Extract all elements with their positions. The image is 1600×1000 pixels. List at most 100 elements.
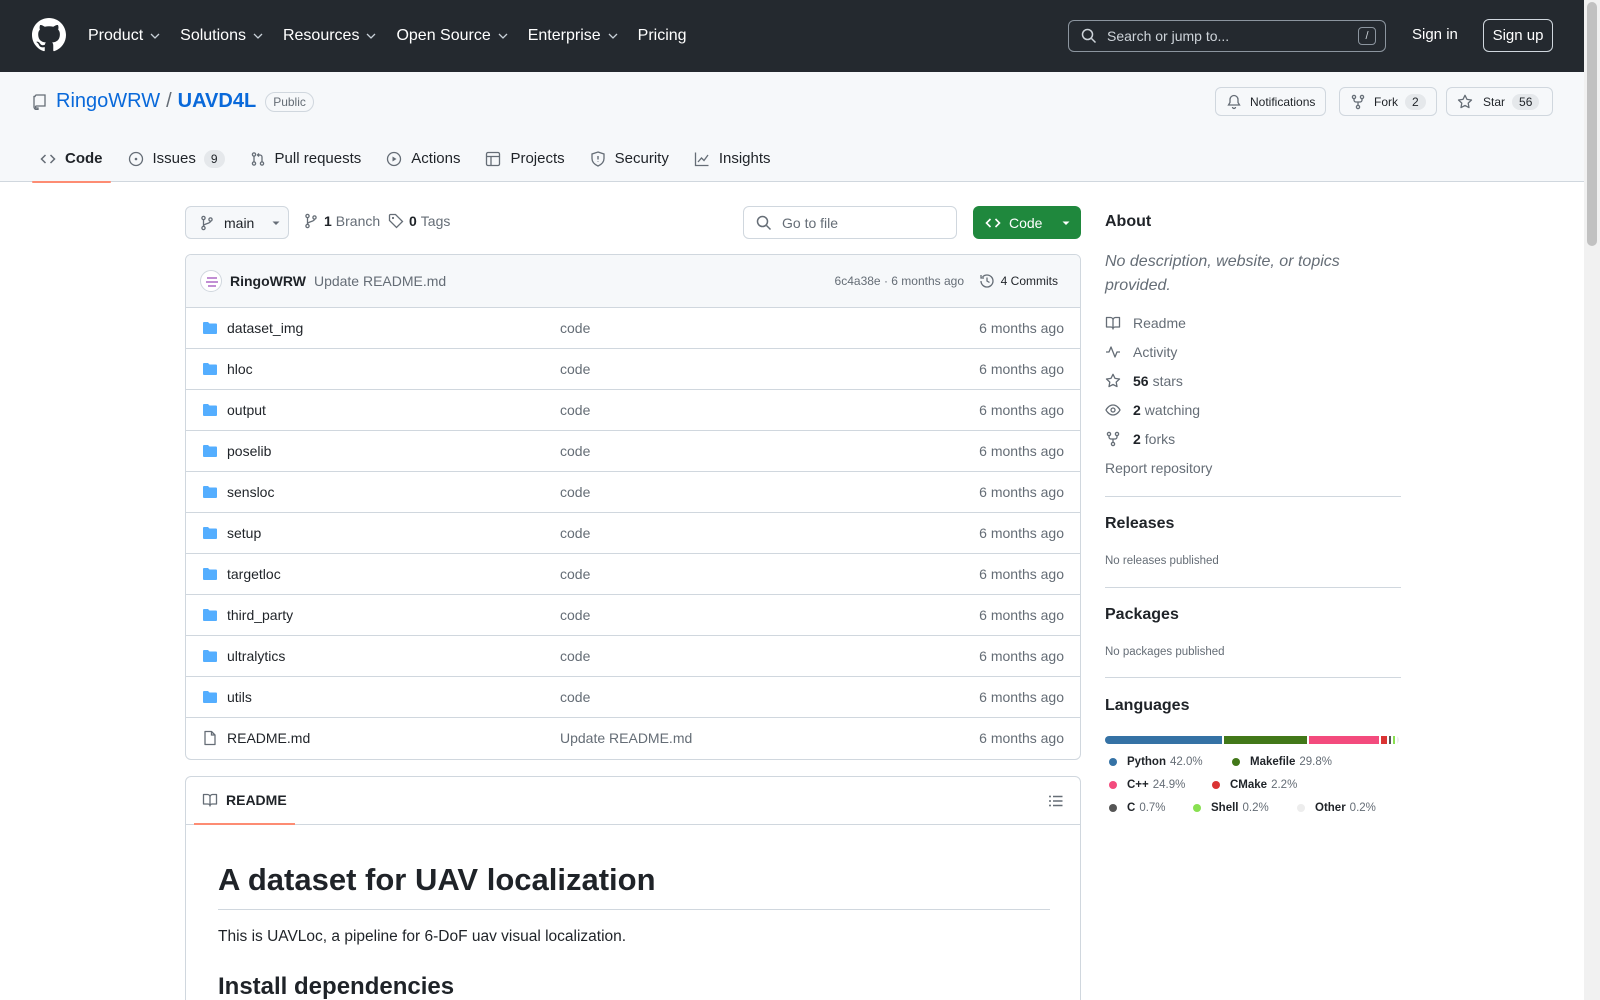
language-bar-segment[interactable] (1389, 736, 1392, 744)
readme-paragraph: This is UAVLoc, a pipeline for 6-DoF uav… (218, 928, 627, 945)
language-item[interactable]: Shell 0.2% (1193, 802, 1269, 814)
bell-icon (1227, 94, 1241, 109)
list-unordered-icon[interactable] (1048, 793, 1064, 809)
commits-history-link[interactable]: 4 Commits (979, 273, 1058, 289)
divider (1105, 587, 1401, 588)
go-to-file-input[interactable]: Go to file (743, 206, 957, 239)
language-color-dot (1297, 804, 1305, 812)
file-type-icon (202, 607, 218, 623)
report-repository-link[interactable]: Report repository (1105, 460, 1212, 476)
nav-resources[interactable]: Resources (283, 27, 377, 45)
tags-link[interactable]: 0 Tags (388, 213, 450, 229)
chevron-down-icon (366, 33, 376, 39)
nav-label: Resources (282, 27, 360, 44)
activity-label: Activity (1133, 344, 1178, 360)
branch-selector[interactable]: main (185, 206, 289, 239)
tab-projects[interactable]: Projects (477, 146, 572, 182)
file-type-icon (202, 648, 218, 664)
file-commit-link[interactable]: code (560, 443, 590, 459)
nav-open-source[interactable]: Open Source (396, 27, 508, 45)
file-commit-link[interactable]: Update README.md (560, 730, 692, 746)
watchers-link[interactable]: 2 watching (1105, 402, 1200, 418)
file-name-link[interactable]: setup (227, 525, 261, 541)
commit-author-link[interactable]: RingoWRW (230, 273, 306, 289)
forks-link[interactable]: 2 forks (1105, 431, 1175, 447)
activity-link[interactable]: Activity (1105, 344, 1177, 360)
file-name-link[interactable]: third_party (227, 607, 293, 623)
avatar[interactable] (200, 270, 222, 292)
language-item[interactable]: C++ 24.9% (1109, 779, 1185, 791)
language-bar-segment[interactable] (1393, 736, 1396, 744)
language-item[interactable]: Python 42.0% (1109, 756, 1203, 768)
scrollbar-thumb[interactable] (1587, 2, 1597, 246)
sign-in-link[interactable]: Sign in (1412, 26, 1458, 43)
language-item[interactable]: C 0.7% (1109, 802, 1166, 814)
tab-pull-requests[interactable]: Pull requests (242, 146, 370, 182)
tab-code[interactable]: Code (32, 146, 111, 183)
nav-pricing[interactable]: Pricing (638, 27, 687, 45)
file-name-link[interactable]: dataset_img (227, 320, 303, 336)
sign-up-button[interactable]: Sign up (1483, 19, 1553, 52)
tab-label: Projects (510, 150, 565, 167)
branches-link[interactable]: 1 Branch (303, 213, 380, 229)
star-button[interactable]: Star 56 (1446, 87, 1553, 116)
nav-solutions[interactable]: Solutions (180, 27, 264, 45)
page-scrollbar[interactable] (1584, 0, 1600, 1000)
commit-hash-link[interactable]: 6c4a38e (835, 274, 881, 288)
file-commit-link[interactable]: code (560, 525, 590, 541)
language-bar-segment[interactable] (1105, 736, 1223, 744)
language-bar-segment[interactable] (1309, 736, 1379, 744)
file-commit-link[interactable]: code (560, 607, 590, 623)
search-icon (1081, 28, 1097, 44)
file-name-link[interactable]: ultralytics (227, 648, 285, 664)
nav-product[interactable]: Product (88, 27, 161, 45)
nav-enterprise[interactable]: Enterprise (528, 27, 619, 45)
pull-request-icon (251, 152, 264, 166)
tag-label: Tags (420, 213, 451, 229)
file-commit-link[interactable]: code (560, 566, 590, 582)
fork-icon (1106, 431, 1120, 447)
notifications-button[interactable]: Notifications (1215, 87, 1327, 116)
file-commit-link[interactable]: code (560, 361, 590, 377)
language-bar-segment[interactable] (1224, 736, 1308, 744)
tab-security[interactable]: Security (582, 146, 677, 182)
language-item[interactable]: Makefile 29.8% (1232, 756, 1332, 768)
code-dropdown-button[interactable]: Code (973, 206, 1081, 239)
language-item[interactable]: CMake 2.2% (1212, 779, 1297, 791)
file-name-link[interactable]: README.md (227, 730, 310, 746)
global-search-input[interactable]: Search or jump to... / (1068, 20, 1386, 52)
releases-heading[interactable]: Releases (1105, 515, 1174, 533)
repo-name-link[interactable]: UAVD4L (178, 90, 257, 113)
folder-icon (203, 486, 217, 498)
tab-insights[interactable]: Insights (686, 146, 779, 182)
stars-link[interactable]: 56 stars (1105, 373, 1183, 389)
commit-message-link[interactable]: Update README.md (314, 273, 446, 289)
file-commit-link[interactable]: code (560, 648, 590, 664)
tab-issues[interactable]: Issues 9 (120, 146, 233, 182)
readme-link[interactable]: Readme (1105, 315, 1186, 331)
file-name-link[interactable]: poselib (227, 443, 271, 459)
readme-tab[interactable]: README (194, 792, 295, 825)
file-commit-link[interactable]: code (560, 484, 590, 500)
file-commit-link[interactable]: code (560, 320, 590, 336)
book-icon (202, 793, 218, 807)
github-logo-icon[interactable] (32, 18, 66, 52)
repo-owner-link[interactable]: RingoWRW (56, 90, 160, 113)
commits-count: 4 Commits (1000, 274, 1058, 288)
file-commit-link[interactable]: code (560, 689, 590, 705)
language-name: C++ (1127, 779, 1149, 791)
file-name-link[interactable]: hloc (227, 361, 253, 377)
packages-heading[interactable]: Packages (1105, 606, 1179, 624)
file-list: dataset_img code 6 months ago hloc code 6 mon… (186, 308, 1080, 759)
language-bar-segment[interactable] (1397, 736, 1399, 744)
file-name-link[interactable]: utils (227, 689, 252, 705)
language-item[interactable]: Other 0.2% (1297, 802, 1376, 814)
file-name-link[interactable]: output (227, 402, 266, 418)
file-commit-link[interactable]: code (560, 402, 590, 418)
folder-icon (203, 404, 217, 416)
fork-button[interactable]: Fork 2 (1339, 87, 1437, 116)
tab-actions[interactable]: Actions (378, 146, 468, 182)
language-bar-segment[interactable] (1380, 736, 1388, 744)
file-name-link[interactable]: targetloc (227, 566, 281, 582)
file-name-link[interactable]: sensloc (227, 484, 274, 500)
